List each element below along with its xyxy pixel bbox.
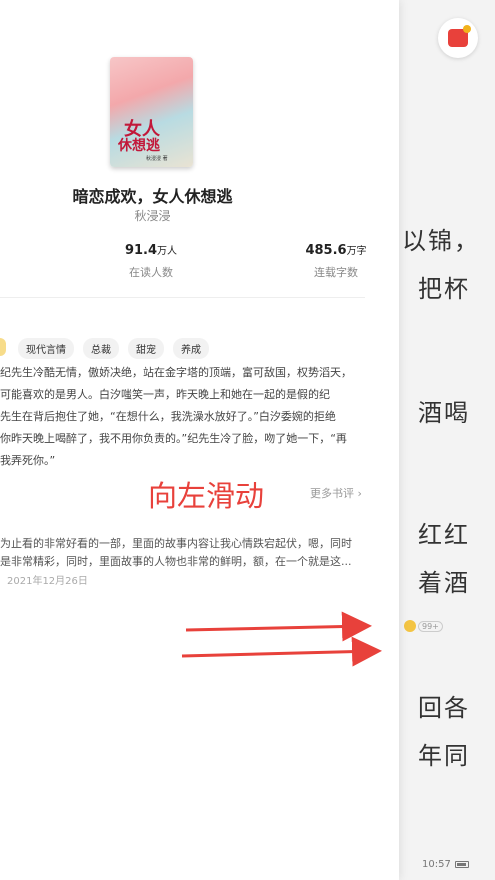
battery-icon <box>454 861 469 868</box>
swipe-hint: 向左滑动 <box>148 479 265 513</box>
reader-line: 酒喝 <box>418 399 470 427</box>
book-detail-panel[interactable]: 女人 休想逃 秋浸浸 著 暗恋成欢，女人休想逃 秋浸浸 91.4万人 在读人数 … <box>0 0 399 880</box>
readers-label: 在读人数 <box>129 266 173 279</box>
synopsis-line: 先生在背后抱住了她，“在想什么，我洗澡水放好了。”白汐委婉的拒绝 <box>0 410 336 423</box>
review-item[interactable]: 为止看的非常好看的一部，里面的故事内容让我心情跌宕起伏，嗯，同时 是非常精彩，同时… <box>0 535 372 571</box>
smiley-icon <box>404 620 416 632</box>
reader-line: 以锦， <box>402 227 480 255</box>
tag-chip[interactable]: 养成 <box>173 338 209 359</box>
stat-readers: 91.4万人 在读人数 <box>110 242 192 280</box>
readers-unit: 万人 <box>157 246 178 257</box>
synopsis-line: 我弄死你。” <box>0 454 56 467</box>
reader-line: 着酒 <box>418 569 470 597</box>
tag-partial <box>0 338 6 356</box>
synopsis-line: 你昨天晚上喝醉了，我不用你负责的。”纪先生冷了脸，吻了她一下，“再 <box>0 432 347 445</box>
words-label: 连载字数 <box>314 266 358 279</box>
reaction-badge[interactable]: 99+ <box>404 620 443 632</box>
reader-line: 红红 <box>418 521 470 549</box>
review-line: 是非常精彩，同时，里面故事的人物也非常的鲜明，额，在一个就是这... <box>0 555 352 568</box>
reaction-count: 99+ <box>418 620 443 632</box>
review-date: 2021年12月26日 <box>7 576 88 587</box>
readers-value: 91.4 <box>124 243 158 258</box>
book-cover[interactable]: 女人 休想逃 秋浸浸 著 <box>110 57 193 167</box>
tag-chip[interactable]: 总裁 <box>83 338 119 359</box>
cover-author: 秋浸浸 著 <box>146 156 168 162</box>
words-value: 485.6 <box>305 243 347 258</box>
synopsis-line: 纪先生冷酷无情，傲娇决绝，站在金字塔的顶端，富可敌国，权势滔天， <box>0 366 352 379</box>
status-clock: 10:57 <box>422 859 469 870</box>
synopsis-line: 可能喜欢的是男人。白汐嗤笑一声，昨天晚上和她在一起的是假的纪 <box>0 388 330 401</box>
red-packet-icon[interactable] <box>438 18 478 58</box>
reader-line: 回各 <box>418 694 470 722</box>
review-line: 为止看的非常好看的一部，里面的故事内容让我心情跌宕起伏，嗯，同时 <box>0 537 352 550</box>
clock-text: 10:57 <box>422 859 451 870</box>
more-reviews-link[interactable]: 更多书评 › <box>310 485 362 501</box>
divider <box>0 297 365 298</box>
reader-line: 年同 <box>418 742 470 770</box>
book-title: 暗恋成欢，女人休想逃 <box>72 187 233 206</box>
book-author[interactable]: 秋浸浸 <box>0 207 305 224</box>
tag-chip[interactable]: 甜宠 <box>128 338 164 359</box>
tag-chip[interactable]: 现代言情 <box>18 338 74 359</box>
reader-line: 把杯 <box>418 275 470 303</box>
stat-words: 485.6万字 连载字数 <box>295 242 377 280</box>
tag-list: 现代言情 总裁 甜宠 养成 <box>18 338 209 359</box>
synopsis[interactable]: 纪先生冷酷无情，傲娇决绝，站在金字塔的顶端，富可敌国，权势滔天， 可能喜欢的是男人… <box>0 362 372 472</box>
cover-title-2: 休想逃 <box>118 138 160 154</box>
words-unit: 万字 <box>346 246 367 257</box>
